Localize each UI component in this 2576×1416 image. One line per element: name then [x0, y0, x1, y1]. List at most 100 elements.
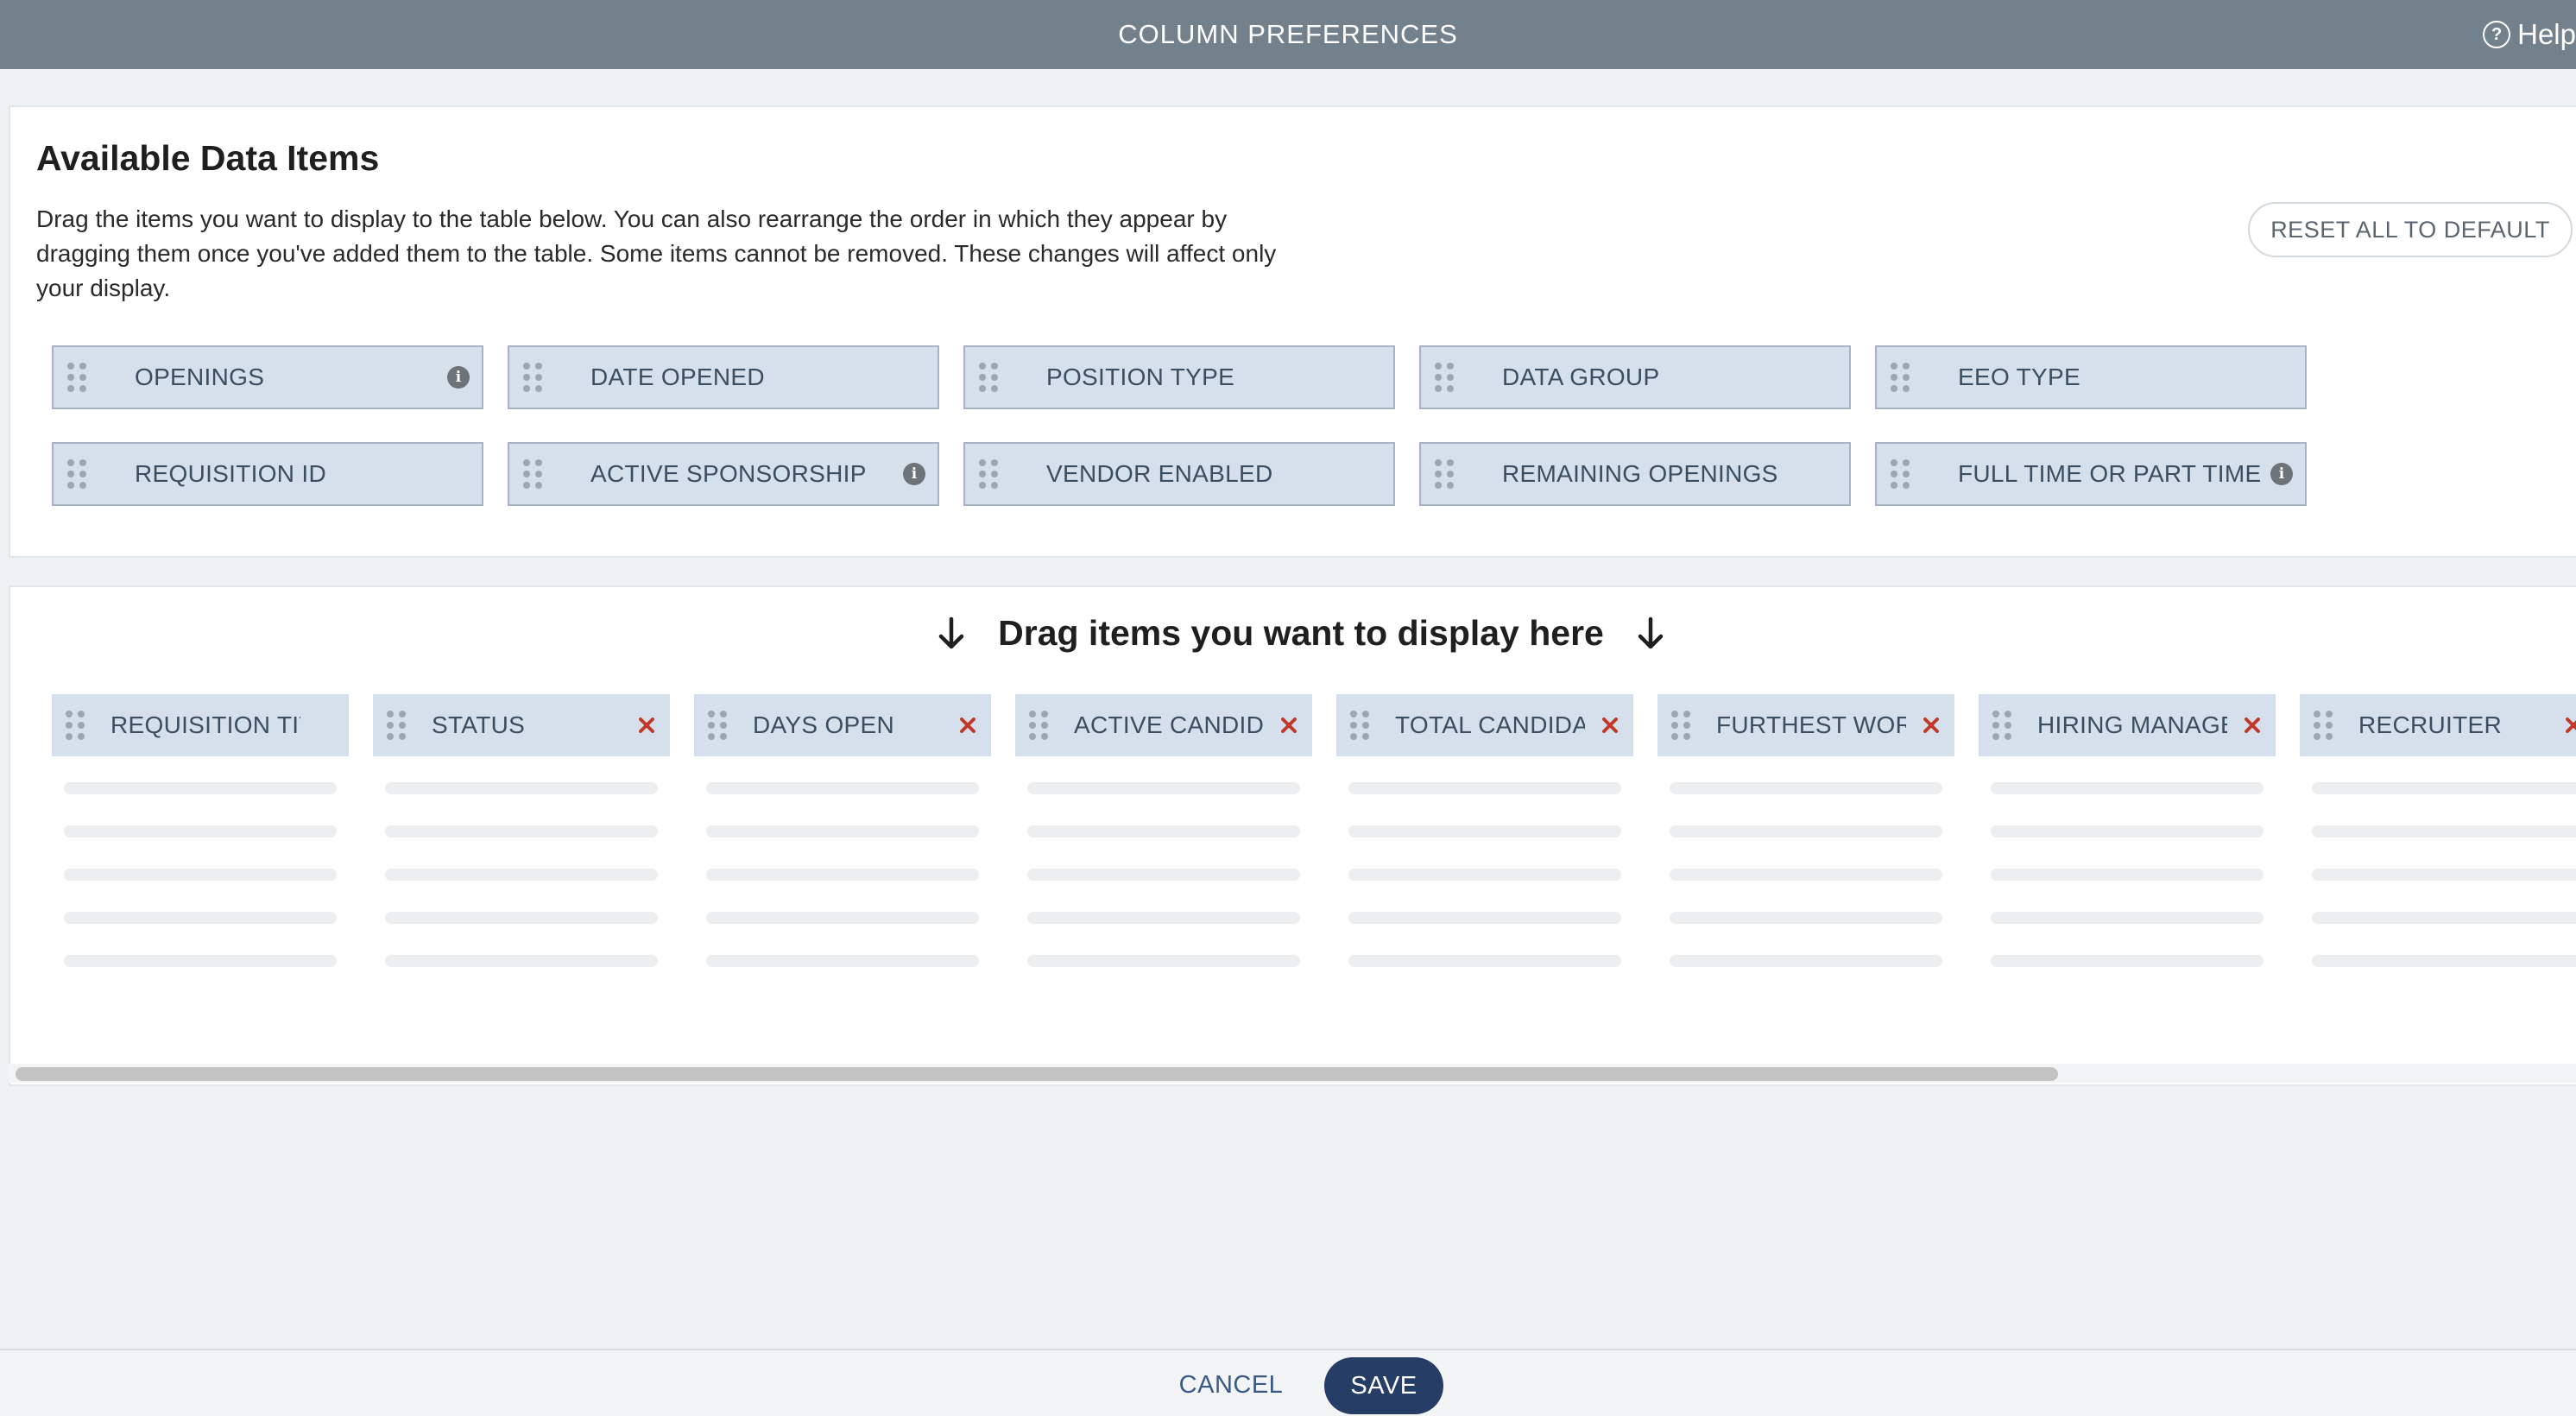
reset-all-button[interactable]: RESET ALL TO DEFAULT — [2248, 202, 2573, 257]
available-item-label: OPENINGS — [135, 363, 265, 390]
available-item[interactable]: REQUISITION ID — [52, 442, 483, 506]
display-column-header[interactable]: TOTAL CANDIDATES — [1336, 694, 1633, 756]
drag-handle-icon[interactable] — [1992, 711, 2011, 740]
drag-handle-icon[interactable] — [66, 711, 85, 740]
drag-handle-icon[interactable] — [1435, 459, 1454, 489]
display-column-header[interactable]: RECRUITER — [2300, 694, 2576, 756]
placeholder-row — [1991, 869, 2263, 881]
available-items-title: Available Data Items — [36, 138, 380, 178]
display-column-header[interactable]: ACTIVE CANDIDATES — [1015, 694, 1312, 756]
scrollbar-thumb[interactable] — [16, 1067, 2058, 1081]
display-column-label: ACTIVE CANDIDATES — [1074, 711, 1264, 738]
display-column: ACTIVE CANDIDATES — [1015, 694, 1312, 998]
display-column-label: HIRING MANAGER — [2037, 711, 2227, 738]
drop-zone-text: Drag items you want to display here — [998, 613, 1604, 653]
drag-handle-icon[interactable] — [1891, 459, 1910, 489]
display-columns: REQUISITION TITLE STATUS DAYS OPEN ACTIVE C… — [52, 694, 2576, 998]
placeholder-row — [1991, 825, 2263, 838]
placeholder-row — [706, 869, 979, 881]
available-item[interactable]: DATA GROUP — [1419, 345, 1851, 409]
drag-handle-icon[interactable] — [67, 363, 86, 392]
drag-handle-icon[interactable] — [387, 711, 406, 740]
placeholder-row — [1027, 825, 1300, 838]
drag-handle-icon[interactable] — [523, 459, 542, 489]
placeholder-row — [1027, 912, 1300, 924]
placeholder-row — [2312, 869, 2576, 881]
remove-column-icon[interactable] — [2241, 714, 2263, 736]
available-item-label: EEO TYPE — [1958, 363, 2080, 390]
remove-column-icon[interactable] — [957, 714, 979, 736]
drag-handle-icon[interactable] — [979, 363, 998, 392]
drag-handle-icon[interactable] — [1891, 363, 1910, 392]
arrow-down-icon — [938, 616, 964, 648]
display-column: STATUS — [373, 694, 670, 998]
horizontal-scrollbar[interactable] — [9, 1064, 2576, 1083]
cancel-button[interactable]: CANCEL — [1171, 1359, 1291, 1411]
available-item-label: POSITION TYPE — [1046, 363, 1235, 390]
available-item[interactable]: FULL TIME OR PART TIME i — [1875, 442, 2307, 506]
display-column-header[interactable]: STATUS — [373, 694, 670, 756]
placeholder-row — [1027, 869, 1300, 881]
question-circle-icon: ? — [2483, 21, 2511, 48]
remove-column-icon[interactable] — [2562, 714, 2576, 736]
placeholder-row — [64, 912, 337, 924]
column-placeholder-rows — [1657, 782, 1954, 967]
drag-handle-icon[interactable] — [1350, 711, 1369, 740]
placeholder-row — [64, 782, 337, 794]
placeholder-row — [706, 782, 979, 794]
placeholder-row — [706, 825, 979, 838]
placeholder-row — [1670, 782, 1942, 794]
column-placeholder-rows — [1015, 782, 1312, 967]
drag-handle-icon[interactable] — [523, 363, 542, 392]
available-item[interactable]: ACTIVE SPONSORSHIP i — [508, 442, 939, 506]
placeholder-row — [2312, 912, 2576, 924]
available-item[interactable]: REMAINING OPENINGS — [1419, 442, 1851, 506]
info-icon[interactable]: i — [903, 463, 925, 485]
arrow-down-icon — [1638, 616, 1664, 648]
display-column-header[interactable]: FURTHEST WORKFLOW — [1657, 694, 1954, 756]
display-column-header[interactable]: HIRING MANAGER — [1979, 694, 2276, 756]
dialog-title: COLUMN PREFERENCES — [1118, 19, 1458, 49]
available-item[interactable]: DATE OPENED — [508, 345, 939, 409]
available-item-label: DATA GROUP — [1502, 363, 1660, 390]
remove-column-icon[interactable] — [635, 714, 658, 736]
info-icon[interactable]: i — [447, 366, 470, 389]
placeholder-row — [706, 912, 979, 924]
remove-column-icon[interactable] — [1278, 714, 1300, 736]
display-column: DAYS OPEN — [694, 694, 991, 998]
available-item[interactable]: OPENINGS i — [52, 345, 483, 409]
display-column-label: DAYS OPEN — [753, 711, 895, 738]
dialog-header: COLUMN PREFERENCES ? Help — [0, 0, 2576, 69]
placeholder-row — [385, 825, 658, 838]
display-column: FURTHEST WORKFLOW — [1657, 694, 1954, 998]
remove-column-icon[interactable] — [1920, 714, 1942, 736]
display-columns-panel: Drag items you want to display here REQU… — [9, 585, 2576, 1086]
placeholder-row — [1991, 955, 2263, 967]
drag-handle-icon[interactable] — [67, 459, 86, 489]
drag-handle-icon[interactable] — [1029, 711, 1048, 740]
placeholder-row — [706, 955, 979, 967]
display-column: RECRUITER — [2300, 694, 2576, 998]
drag-handle-icon[interactable] — [979, 459, 998, 489]
placeholder-row — [1027, 955, 1300, 967]
drag-handle-icon[interactable] — [708, 711, 727, 740]
available-items-description: Drag the items you want to display to th… — [36, 205, 1277, 301]
placeholder-row — [385, 912, 658, 924]
display-column-header[interactable]: REQUISITION TITLE — [52, 694, 349, 756]
drag-handle-icon[interactable] — [1435, 363, 1454, 392]
display-column-label: FURTHEST WORKFLOW — [1716, 711, 1906, 738]
drag-handle-icon[interactable] — [1671, 711, 1690, 740]
placeholder-row — [1348, 912, 1621, 924]
display-column-label: STATUS — [432, 711, 526, 738]
drag-handle-icon[interactable] — [2314, 711, 2333, 740]
display-column-header[interactable]: DAYS OPEN — [694, 694, 991, 756]
save-button[interactable]: SAVE — [1324, 1357, 1443, 1414]
available-item-label: ACTIVE SPONSORSHIP — [590, 460, 867, 487]
available-item[interactable]: POSITION TYPE — [963, 345, 1395, 409]
available-item[interactable]: EEO TYPE — [1875, 345, 2307, 409]
info-icon[interactable]: i — [2270, 463, 2293, 485]
remove-column-icon[interactable] — [1599, 714, 1621, 736]
placeholder-row — [1670, 825, 1942, 838]
help-link[interactable]: ? Help — [2483, 0, 2576, 69]
available-item[interactable]: VENDOR ENABLED — [963, 442, 1395, 506]
